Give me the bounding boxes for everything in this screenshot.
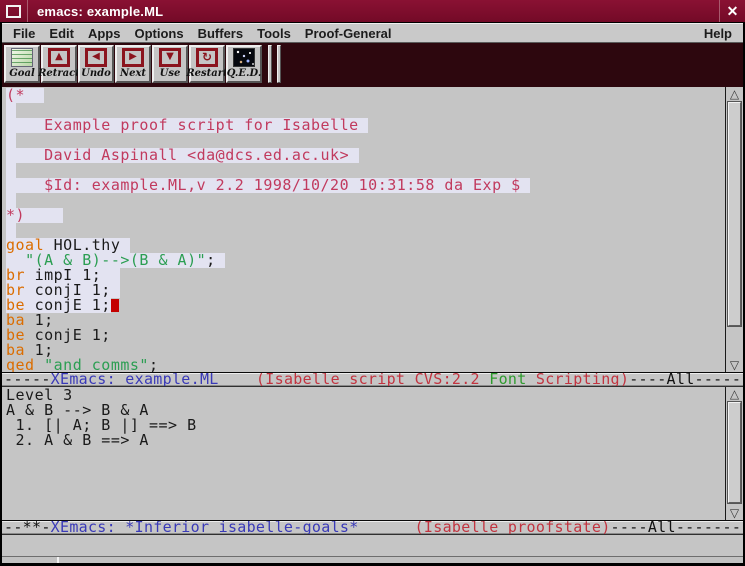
toolbar-separator — [277, 45, 281, 83]
script-line: (* — [6, 88, 725, 103]
modeline-segment: XEmacs: *Inferior isabelle-goals* — [51, 520, 359, 535]
modeline-segment: ----All---------------- — [611, 520, 743, 535]
code-segment: $Id: example.ML,v 2.2 1998/10/20 10:31:5… — [6, 176, 530, 194]
retract-icon: ▲ — [48, 48, 70, 67]
scroll-down-icon[interactable]: ▽ — [726, 506, 743, 520]
goals-line: 2. A & B ==> A — [6, 433, 725, 448]
menu-item-help[interactable]: Help — [697, 26, 739, 41]
qed-icon — [233, 48, 255, 67]
scroll-up-icon[interactable]: △ — [726, 87, 743, 101]
resize-grip[interactable] — [57, 557, 59, 563]
scroll-down-icon[interactable]: ▽ — [726, 358, 743, 372]
code-segment: David Aspinall <da@dcs.ed.ac.uk> — [6, 146, 359, 164]
menu-bar: FileEditAppsOptionsBuffersToolsProof-Gen… — [2, 22, 743, 43]
goals-buffer[interactable]: Level 3A & B --> B & A 1. [| A; B |] ==>… — [2, 387, 725, 520]
toolbar-button-undo[interactable]: ◀Undo — [78, 45, 114, 83]
script-window: (* Example proof script for Isabelle Dav… — [2, 87, 743, 372]
mode-line-script: -----XEmacs: example.ML (Isabelle script… — [2, 372, 743, 387]
scroll-up-icon[interactable]: △ — [726, 387, 743, 401]
script-line-text: $Id: example.ML,v 2.2 1998/10/20 10:31:5… — [6, 178, 530, 193]
toolbar-button-next[interactable]: ▶Next — [115, 45, 151, 83]
scrollbar-thumb[interactable] — [728, 102, 741, 326]
script-line: be conjE 1; — [6, 328, 725, 343]
window-title: emacs: example.ML — [28, 4, 719, 19]
menu-item-edit[interactable]: Edit — [42, 26, 81, 41]
script-line: Example proof script for Isabelle — [6, 118, 725, 133]
goal-icon — [11, 48, 33, 67]
script-line-text: qed "and_comms"; — [6, 358, 159, 372]
menu-items: FileEditAppsOptionsBuffersToolsProof-Gen… — [6, 26, 697, 41]
resize-grip-bar[interactable] — [2, 556, 743, 563]
script-line-text: David Aspinall <da@dcs.ed.ac.uk> — [6, 148, 359, 163]
menu-item-options[interactable]: Options — [127, 26, 190, 41]
close-button[interactable]: ✕ — [720, 0, 745, 22]
next-label: Next — [120, 67, 146, 80]
xemacs-window: emacs: example.ML ✕ FileEditAppsOptionsB… — [0, 0, 745, 566]
modeline-segment: (Isabelle proofstate) — [415, 520, 611, 535]
undo-label: Undo — [81, 67, 111, 80]
window-menu-icon[interactable] — [6, 5, 21, 18]
goals-window: Level 3A & B --> B & A 1. [| A; B |] ==>… — [2, 387, 743, 520]
qed-label: Q.E.D. — [227, 67, 262, 80]
modeline-segment: Scripting) — [527, 372, 630, 387]
script-line: be conjE 1; — [6, 298, 725, 313]
mode-line-goals: --**-XEmacs: *Inferior isabelle-goals* (… — [2, 520, 743, 535]
menu-item-apps[interactable]: Apps — [81, 26, 128, 41]
script-line: qed "and_comms"; — [6, 358, 725, 372]
minibuffer[interactable] — [2, 535, 743, 556]
menu-item-proof-general[interactable]: Proof-General — [298, 26, 399, 41]
close-icon: ✕ — [727, 3, 739, 20]
toolbar-button-retract[interactable]: ▲Retract — [41, 45, 77, 83]
modeline-segment: Font — [489, 372, 526, 387]
menu-item-buffers[interactable]: Buffers — [191, 26, 251, 41]
script-buffer[interactable]: (* Example proof script for Isabelle Dav… — [2, 87, 725, 372]
toolbar-separator — [268, 45, 272, 83]
toolbar-button-goal[interactable]: Goal — [4, 45, 40, 83]
goals-scrollbar[interactable]: △ ▽ — [725, 387, 743, 520]
title-bar[interactable]: emacs: example.ML ✕ — [0, 0, 745, 22]
script-line: David Aspinall <da@dcs.ed.ac.uk> — [6, 148, 725, 163]
modeline-segment: --**- — [4, 520, 51, 535]
use-label: Use — [160, 67, 181, 80]
frame-bottom-border — [2, 556, 743, 566]
code-segment: ; — [149, 356, 159, 372]
scrollbar-track[interactable] — [726, 401, 743, 506]
script-line: $Id: example.ML,v 2.2 1998/10/20 10:31:5… — [6, 178, 725, 193]
code-segment: "and_comms" — [44, 356, 149, 372]
text-cursor — [111, 299, 119, 312]
code-segment: Example proof script for Isabelle — [6, 116, 368, 134]
code-segment — [35, 356, 45, 372]
toolbar-button-use[interactable]: ▼Use — [152, 45, 188, 83]
modeline-segment: (Isabelle script CVS:2.2 — [256, 372, 489, 387]
toolbar-button-restart[interactable]: ↻Restart — [189, 45, 225, 83]
menu-item-file[interactable]: File — [6, 26, 42, 41]
modeline-segment — [359, 520, 415, 535]
restart-icon: ↻ — [196, 48, 218, 67]
next-icon: ▶ — [122, 48, 144, 67]
script-line: ba 1; — [6, 313, 725, 328]
retract-label: Retract — [38, 67, 80, 80]
code-segment: qed — [6, 356, 35, 372]
script-line — [6, 193, 725, 208]
modeline-segment: ----- — [4, 372, 51, 387]
goal-label: Goal — [9, 67, 35, 80]
toolbar-button-qed[interactable]: Q.E.D. — [226, 45, 262, 83]
script-line: br conjI 1; — [6, 283, 725, 298]
restart-label: Restart — [186, 67, 227, 80]
modeline-segment — [219, 372, 256, 387]
scrollbar-thumb[interactable] — [728, 402, 741, 503]
scrollbar-track[interactable] — [726, 101, 743, 358]
toolbar: Goal▲Retract◀Undo▶Next▼Use↻RestartQ.E.D. — [2, 43, 743, 87]
use-icon: ▼ — [159, 48, 181, 67]
menu-item-tools[interactable]: Tools — [250, 26, 298, 41]
modeline-segment: XEmacs: example.ML — [51, 372, 219, 387]
script-line-text: Example proof script for Isabelle — [6, 118, 368, 133]
script-line: *) — [6, 208, 725, 223]
frame-content: FileEditAppsOptionsBuffersToolsProof-Gen… — [2, 22, 743, 566]
undo-icon: ◀ — [85, 48, 107, 67]
modeline-segment: ----All---------------- — [629, 372, 743, 387]
script-scrollbar[interactable]: △ ▽ — [725, 87, 743, 372]
code-segment: ; — [206, 251, 225, 269]
